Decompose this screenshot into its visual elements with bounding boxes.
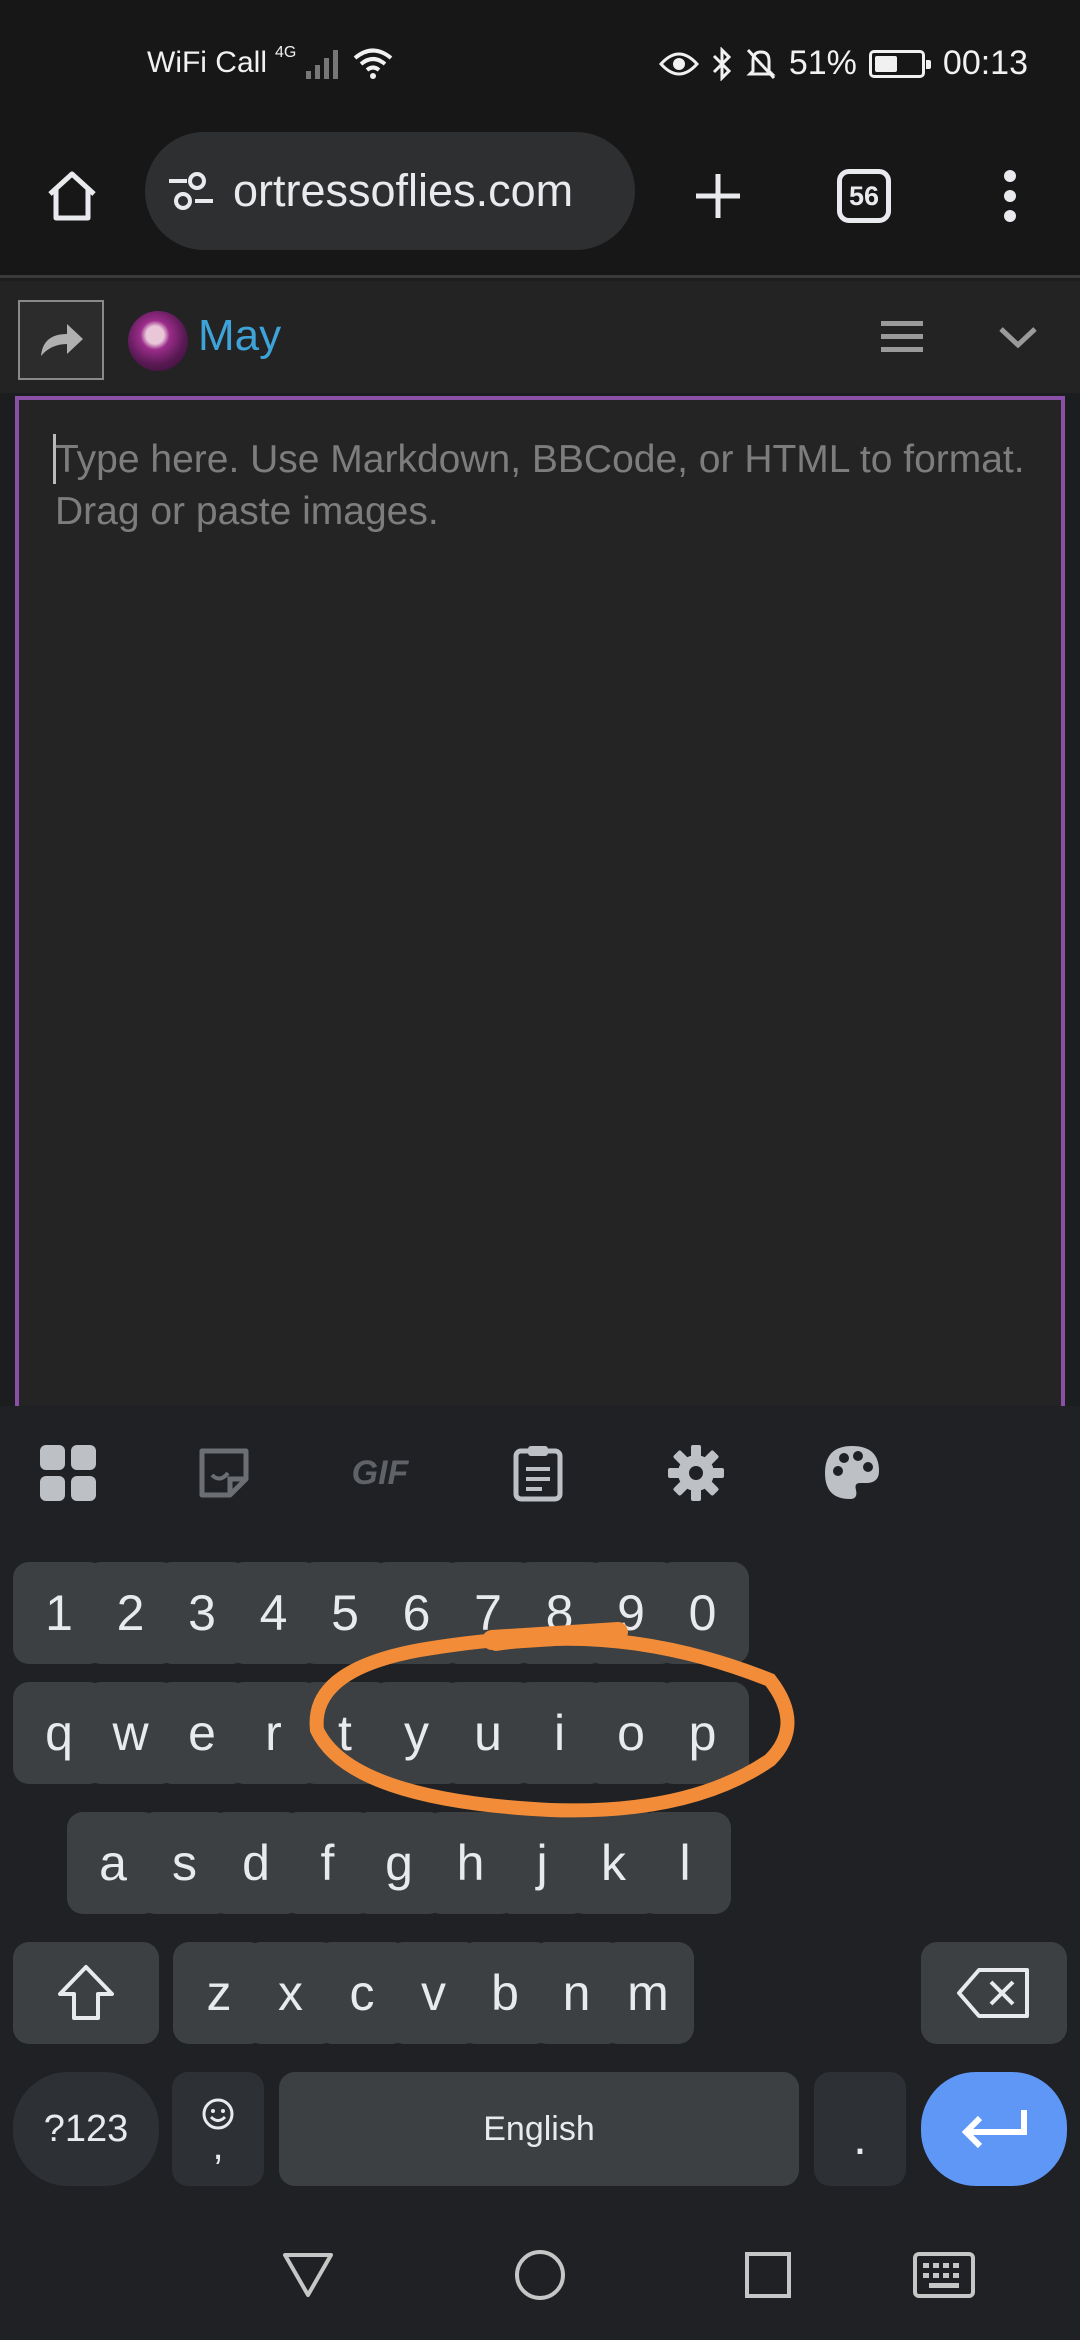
reply-placeholder: Type here. Use Markdown, BBCode, or HTML… [55, 438, 1025, 533]
browser-toolbar: ortressoflies.com 56 [0, 130, 1080, 278]
space-key[interactable]: English [279, 2072, 799, 2186]
url-text: ortressoflies.com [233, 165, 574, 216]
clock: 00:13 [942, 44, 1028, 82]
tab-switcher-button[interactable]: 56 [822, 154, 906, 238]
clipboard-icon[interactable] [506, 1441, 570, 1505]
period-key[interactable]: . [814, 2072, 906, 2186]
enter-arrow-icon [961, 2110, 1027, 2149]
backspace-key[interactable] [921, 1942, 1067, 2044]
battery-icon [868, 49, 931, 78]
enter-key[interactable] [921, 2072, 1067, 2186]
home-icon [48, 171, 96, 221]
gif-label: GIF [351, 1453, 409, 1492]
system-nav-bar [0, 2210, 1080, 2340]
recents-square-icon [745, 2252, 791, 2298]
site-settings-icon[interactable] [167, 171, 215, 211]
eye-icon [658, 52, 699, 75]
reply-type-button[interactable] [18, 300, 104, 380]
shift-key[interactable] [13, 1942, 159, 2044]
keyboard-toolbar: GIF [0, 1406, 1080, 1536]
back-nav-button[interactable] [268, 2235, 348, 2315]
chevron-down-icon [999, 327, 1037, 349]
soft-keyboard: GIF 1234567890qwertyuiopasdfghjklzxcvbnm… [0, 1406, 1080, 2340]
emoji-comma-key[interactable]: , [172, 2072, 264, 2186]
apps-grid-icon[interactable] [36, 1441, 100, 1505]
home-button[interactable] [30, 154, 114, 238]
key-l[interactable]: l [639, 1812, 731, 1914]
bell-muted-icon [746, 48, 776, 79]
home-nav-button[interactable] [500, 2235, 580, 2315]
tab-count: 56 [837, 169, 891, 223]
collapse-composer-button[interactable] [986, 305, 1050, 369]
avatar [128, 311, 188, 371]
key-m[interactable]: m [602, 1942, 694, 2044]
network-type: 4G [275, 44, 297, 61]
gif-icon[interactable]: GIF [340, 1441, 420, 1505]
settings-gear-icon[interactable] [664, 1441, 728, 1505]
wifi-call-label: WiFi Call [147, 46, 267, 79]
back-triangle-icon [283, 2253, 333, 2297]
signal-icon [306, 50, 339, 79]
keyboard-switch-button[interactable] [904, 2235, 984, 2315]
wifi-icon [354, 48, 393, 79]
more-vert-icon [1004, 170, 1016, 222]
sticker-icon[interactable] [192, 1441, 256, 1505]
shift-icon [58, 1965, 114, 2020]
bluetooth-icon [712, 46, 731, 81]
plus-icon [696, 174, 740, 218]
backspace-icon [957, 1968, 1029, 2018]
address-bar[interactable]: ortressoflies.com [145, 132, 635, 250]
home-circle-icon [515, 2250, 565, 2300]
recents-nav-button[interactable] [728, 2235, 808, 2315]
status-right: 51% 00:13 [658, 44, 1028, 83]
reply-textarea[interactable]: Type here. Use Markdown, BBCode, or HTML… [15, 396, 1065, 1406]
palette-icon[interactable] [820, 1441, 884, 1505]
battery-percent: 51% [788, 44, 857, 82]
comma-label: , [212, 2124, 224, 2168]
symbols-key[interactable]: ?123 [13, 2072, 159, 2186]
toolbar-toggle-button[interactable] [870, 305, 934, 369]
status-left: WiFi Call 4G [147, 44, 394, 80]
reply-arrow-icon [41, 324, 83, 356]
hamburger-icon [881, 321, 923, 352]
keyboard-icon [913, 2252, 975, 2298]
reply-username[interactable]: May [198, 311, 281, 361]
annotation-circle [309, 1622, 795, 1818]
overflow-menu-button[interactable] [968, 154, 1052, 238]
reply-header: May [0, 281, 1080, 393]
new-tab-button[interactable] [676, 154, 760, 238]
status-bar: WiFi Call 4G 51% 00:13 [0, 0, 1080, 130]
